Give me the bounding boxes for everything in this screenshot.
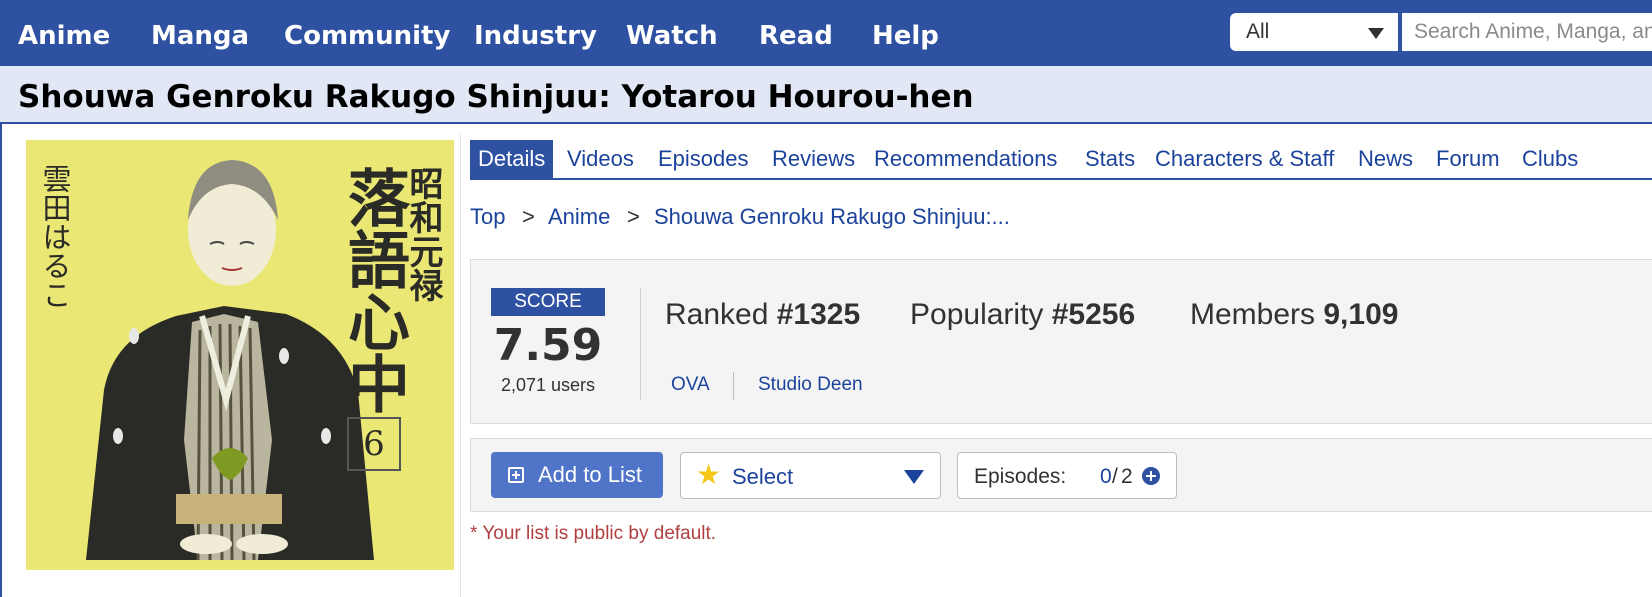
tab-forum[interactable]: Forum: [1436, 140, 1500, 178]
score-label: SCORE: [491, 288, 605, 316]
episodes-watched[interactable]: 0: [1100, 464, 1112, 490]
popularity-value: #5256: [1051, 298, 1136, 331]
content-border: [0, 124, 2, 597]
detail-tabs: Details Videos Episodes Reviews Recommen…: [470, 140, 1652, 180]
public-list-note: * Your list is public by default.: [470, 523, 717, 544]
score-value: 7.59: [493, 320, 603, 371]
search-input[interactable]: [1402, 13, 1652, 51]
title-bar: Shouwa Genroku Rakugo Shinjuu: Yotarou H…: [0, 66, 1652, 124]
add-to-list-label: Add to List: [538, 462, 642, 487]
score-users: 2,071 users: [500, 375, 596, 395]
info-divider: [733, 372, 734, 400]
add-to-list-button[interactable]: Add to List: [491, 452, 663, 498]
star-icon: ★: [696, 459, 722, 490]
top-navigation: Anime Manga Community Industry Watch Rea…: [0, 0, 1652, 66]
ranked-label: Ranked: [665, 298, 769, 331]
type-link[interactable]: OVA: [671, 373, 710, 397]
ranked-value: #1325: [776, 298, 861, 331]
column-divider: [460, 134, 461, 597]
stats-panel: [470, 259, 1652, 424]
popularity-stat: Popularity #5256: [910, 296, 1135, 334]
tab-episodes[interactable]: Episodes: [658, 140, 749, 178]
stats-divider: [640, 288, 641, 400]
breadcrumb-anime[interactable]: Anime: [548, 203, 610, 231]
nav-read[interactable]: Read: [759, 18, 833, 54]
tab-news[interactable]: News: [1358, 140, 1413, 178]
cover-series-title: 落語心中: [337, 166, 410, 414]
breadcrumb-separator: >: [522, 204, 535, 229]
nav-help[interactable]: Help: [872, 18, 939, 54]
episodes-progress: Episodes: 0 / 2: [957, 452, 1177, 499]
studio-link[interactable]: Studio Deen: [758, 373, 863, 397]
cover-volume-number: 6: [363, 424, 385, 464]
nav-industry[interactable]: Industry: [474, 18, 597, 54]
tab-characters-staff[interactable]: Characters & Staff: [1155, 140, 1334, 178]
popularity-label: Popularity: [910, 298, 1044, 331]
breadcrumb-current[interactable]: Shouwa Genroku Rakugo Shinjuu:...: [654, 203, 1010, 231]
tab-reviews[interactable]: Reviews: [772, 140, 855, 178]
cover-author-text: 雲田はるこ: [38, 164, 72, 309]
nav-manga[interactable]: Manga: [151, 18, 249, 54]
plus-circle-icon[interactable]: [1142, 467, 1160, 485]
page-title: Shouwa Genroku Rakugo Shinjuu: Yotarou H…: [18, 79, 974, 115]
ranked-stat: Ranked #1325: [665, 296, 860, 334]
plus-square-icon: [508, 467, 524, 483]
search-type-value: All: [1246, 20, 1270, 43]
tab-stats[interactable]: Stats: [1085, 140, 1135, 178]
episodes-separator: /: [1112, 465, 1118, 488]
nav-community[interactable]: Community: [284, 18, 450, 54]
tab-recommendations[interactable]: Recommendations: [874, 140, 1057, 178]
members-label: Members: [1190, 298, 1316, 331]
tab-videos[interactable]: Videos: [567, 140, 634, 178]
score-select-dropdown[interactable]: ★ Select: [680, 452, 941, 499]
caret-down-icon: [1368, 28, 1384, 39]
nav-watch[interactable]: Watch: [626, 18, 718, 54]
search-type-dropdown[interactable]: All: [1230, 13, 1398, 51]
caret-down-icon: [904, 470, 924, 484]
episodes-total: 2: [1121, 465, 1133, 488]
tab-clubs[interactable]: Clubs: [1522, 140, 1578, 178]
cover-image[interactable]: 雲田はるこ 昭和元禄 落語心中 6: [26, 140, 454, 570]
tab-details[interactable]: Details: [470, 140, 554, 178]
breadcrumb-separator: >: [627, 204, 640, 229]
episodes-label: Episodes:: [974, 465, 1067, 488]
members-value: 9,109: [1323, 298, 1399, 331]
select-label: Select: [732, 464, 794, 489]
nav-anime[interactable]: Anime: [18, 18, 110, 54]
members-stat: Members 9,109: [1190, 296, 1398, 334]
breadcrumb-top[interactable]: Top: [470, 203, 505, 231]
